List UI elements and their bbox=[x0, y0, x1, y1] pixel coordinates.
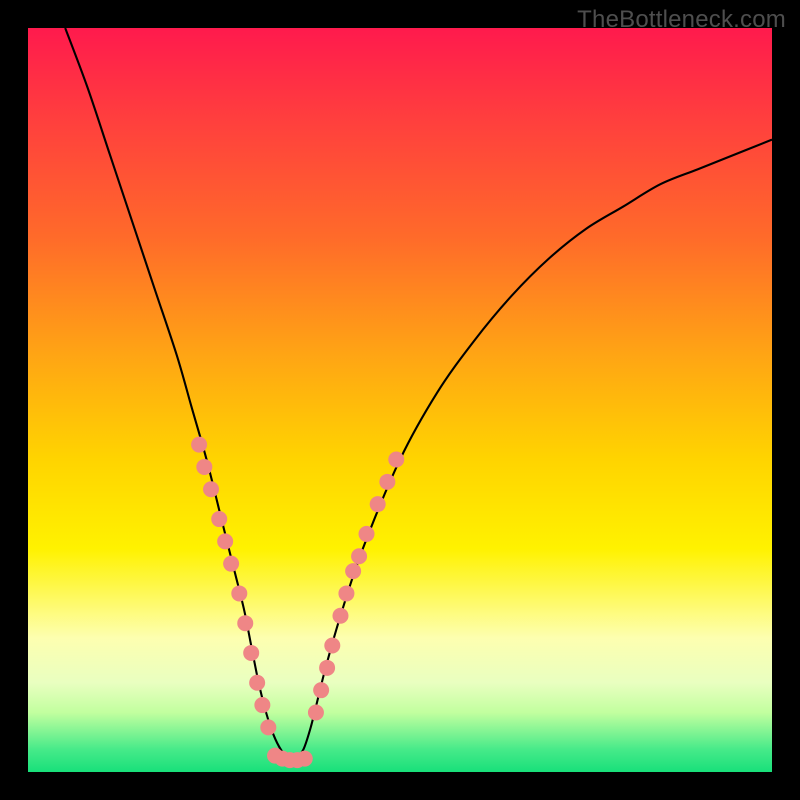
chart-container: TheBottleneck.com bbox=[0, 0, 800, 800]
data-marker bbox=[324, 638, 340, 654]
data-marker bbox=[297, 751, 313, 767]
data-marker bbox=[260, 719, 276, 735]
data-marker bbox=[231, 585, 247, 601]
bottleneck-curve bbox=[65, 28, 772, 758]
data-marker bbox=[345, 563, 361, 579]
data-marker bbox=[254, 697, 270, 713]
data-marker bbox=[379, 474, 395, 490]
data-marker bbox=[319, 660, 335, 676]
data-marker bbox=[211, 511, 227, 527]
marker-group bbox=[191, 437, 404, 768]
data-marker bbox=[249, 675, 265, 691]
data-marker bbox=[196, 459, 212, 475]
data-marker bbox=[388, 452, 404, 468]
data-marker bbox=[359, 526, 375, 542]
data-marker bbox=[237, 615, 253, 631]
data-marker bbox=[223, 556, 239, 572]
data-marker bbox=[338, 585, 354, 601]
data-marker bbox=[351, 548, 367, 564]
watermark-text: TheBottleneck.com bbox=[577, 6, 786, 34]
data-marker bbox=[243, 645, 259, 661]
data-marker bbox=[191, 437, 207, 453]
data-marker bbox=[308, 704, 324, 720]
data-marker bbox=[203, 481, 219, 497]
data-marker bbox=[370, 496, 386, 512]
chart-svg bbox=[28, 28, 772, 772]
data-marker bbox=[332, 608, 348, 624]
data-marker bbox=[217, 533, 233, 549]
data-marker bbox=[313, 682, 329, 698]
